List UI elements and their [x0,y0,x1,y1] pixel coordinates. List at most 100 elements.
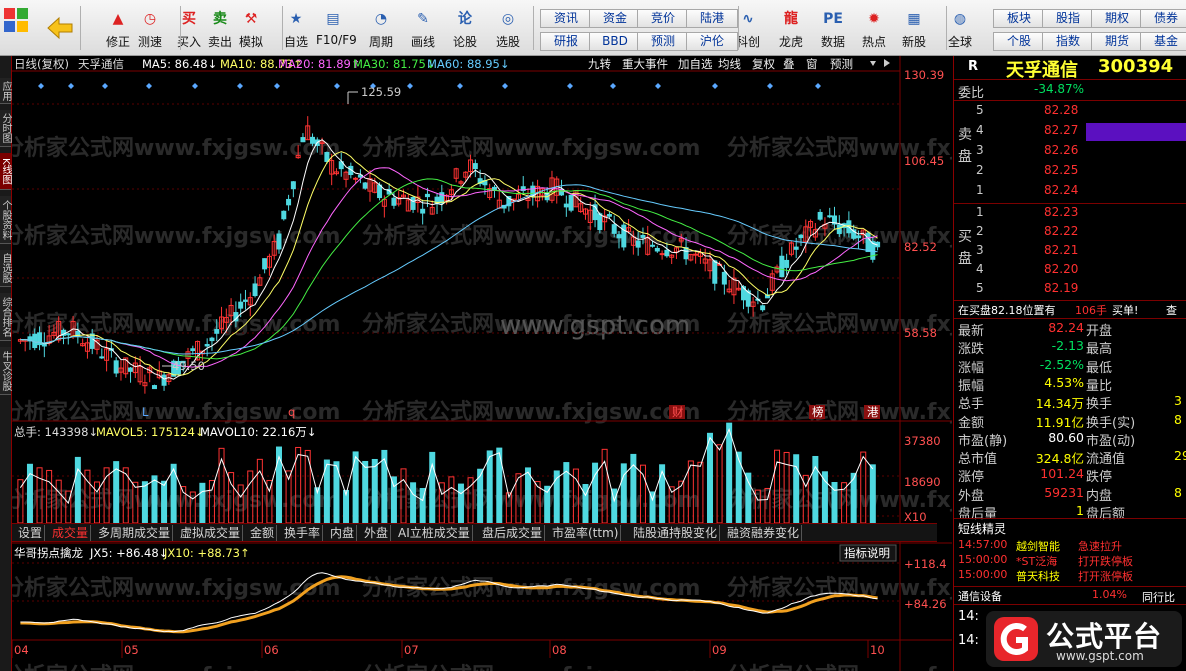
event-diamond-icon[interactable] [767,83,773,89]
divider [954,203,1186,204]
toolbar-button-5[interactable]: ★ 自选 [279,6,313,52]
event-marker-2[interactable]: 财 [672,405,684,419]
dropdown-icon[interactable] [870,61,876,66]
quote-value: 4.53% [1044,374,1084,390]
quick-button-2[interactable]: 资金 [589,9,641,28]
quick-button-13[interactable]: 期货 [1091,32,1143,51]
event-diamond-icon[interactable] [192,83,198,89]
event-diamond-icon[interactable] [655,83,661,89]
event-diamond-icon[interactable] [610,83,616,89]
quick-button-5[interactable]: 预测 [637,32,689,51]
indicator-tab-10[interactable]: 市盈率(ttm) [550,525,622,541]
indicator-tab-11[interactable]: 陆股通持股变化 [631,525,721,541]
event-diamond-icon[interactable] [567,83,573,89]
back-arrow-icon[interactable] [46,15,74,41]
indicator-tab-7[interactable]: 外盘 [362,525,392,541]
event-diamond-icon[interactable] [102,83,108,89]
chart-menu-2[interactable]: 加自选 [678,57,713,71]
toolbar-button-8[interactable]: ✎ 画线 [406,6,440,52]
short-name[interactable]: 越剑智能 [1016,538,1060,554]
indicator-tab-1[interactable]: 成交量 [50,525,92,541]
toolbar-button-4[interactable]: ⚒ 模拟 [234,6,268,52]
left-tab-5[interactable]: 综合排名 [0,293,11,341]
quick-button-8[interactable]: 板块 [993,9,1045,28]
toolbar-button-3[interactable]: 卖卖出 [203,6,237,52]
toolbar-button-2[interactable]: 买买入 [172,6,206,52]
toolbar-button-12[interactable]: 龍龙虎 [774,6,808,52]
left-tab-0[interactable]: 应用 [0,78,11,104]
short-name[interactable]: 普天科技 [1016,568,1060,584]
event-diamond-icon[interactable] [457,83,463,89]
quick-button-0[interactable]: 资讯 [540,9,592,28]
chart-menu-4[interactable]: 复权 [752,57,775,71]
toolbar-button-1[interactable]: ◷ 测速 [133,6,167,52]
toolbar-button-10[interactable]: ◎ 选股 [491,6,525,52]
event-marker-3[interactable]: 榜 [812,405,824,419]
chart-menu-1[interactable]: 重大事件 [622,57,668,71]
quick-button-14[interactable]: 债券 [1140,9,1186,28]
left-tab-4[interactable]: 自选股 [0,250,11,287]
left-tab-1[interactable]: 分时图 [0,110,11,147]
event-diamond-icon[interactable] [334,83,340,89]
indicator-explain-button[interactable]: 指标说明 [844,546,890,560]
event-diamond-icon[interactable] [502,83,508,89]
quick-button-3[interactable]: BBD [589,32,641,51]
left-tab-3[interactable]: 个股资料 [0,196,11,244]
toolbar-button-0[interactable]: ▲ 修正 [101,6,135,52]
indicator-tab-8[interactable]: AI立桩成交量 [396,525,473,541]
indicator-tab-4[interactable]: 金额 [248,525,278,541]
event-marker-4[interactable]: 港 [867,405,879,419]
toolbar-button-13[interactable]: PE 数据 [816,6,850,52]
event-diamond-icon[interactable] [237,83,243,89]
indicator-tab-12[interactable]: 融资融券变化 [725,525,803,541]
chart-menu-0[interactable]: 九转 [588,57,611,71]
left-tab-6[interactable]: 牛叉诊股 [0,347,11,395]
indicator-tab-0[interactable]: 设置 [16,525,46,541]
toolbar-button-16[interactable]: ◍ 全球 [943,6,977,52]
event-marker-1[interactable]: q [288,405,295,419]
event-diamond-icon[interactable] [407,83,413,89]
event-diamond-icon[interactable] [146,83,152,89]
candle [549,170,555,204]
event-diamond-icon[interactable] [274,83,280,89]
event-marker-0[interactable]: L [142,405,149,419]
ma5-line [20,139,878,380]
toolbar-button-15[interactable]: ▦ 新股 [897,6,931,52]
chart-menu-6[interactable]: 窗 [806,57,818,71]
quick-button-11[interactable]: 指数 [1042,32,1094,51]
quick-button-10[interactable]: 股指 [1042,9,1094,28]
quick-button-1[interactable]: 研报 [540,32,592,51]
indicator-tab-9[interactable]: 盘后成交量 [480,525,546,541]
indicator-tab-6[interactable]: 内盘 [328,525,358,541]
toolbar-button-6[interactable]: ▤ F10/F9 [316,6,357,52]
app-grid-icon[interactable] [4,6,30,40]
quick-button-15[interactable]: 基金 [1140,32,1186,51]
event-diamond-icon[interactable] [815,83,821,89]
quick-button-7[interactable]: 沪伦 [686,32,738,51]
toolbar-button-7[interactable]: ◔ 周期 [364,6,398,52]
expand-icon[interactable] [884,59,890,67]
quick-button-12[interactable]: 期权 [1091,9,1143,28]
quick-button-9[interactable]: 个股 [993,32,1045,51]
quick-button-6[interactable]: 陆港 [686,9,738,28]
globe-icon: ◍ [953,11,967,27]
indicator-tab-5[interactable]: 换手率 [282,525,324,541]
event-diamond-icon[interactable] [712,83,718,89]
event-diamond-icon[interactable] [68,83,74,89]
indicator-tab-2[interactable]: 多周期成交量 [96,525,174,541]
chart-menu-7[interactable]: 预测 [830,57,853,71]
sector-compare[interactable]: 同行比 [1142,589,1175,605]
buy-note-tail[interactable]: 查 [1166,302,1177,318]
toolbar-button-14[interactable]: ✹ 热点 [857,6,891,52]
quote-key: 总手 [958,397,985,413]
chart-menu-3[interactable]: 均线 [718,57,741,71]
event-diamond-icon[interactable] [38,83,44,89]
short-name[interactable]: *ST泛海 [1016,553,1057,569]
indicator-tab-3[interactable]: 虚拟成交量 [178,525,244,541]
quick-button-4[interactable]: 竞价 [637,9,689,28]
toolbar-button-9[interactable]: 论论股 [448,6,482,52]
chart-menu-5[interactable]: 叠 [783,57,795,71]
buy-price: 82.20 [1044,262,1079,276]
left-tab-2[interactable]: K线图 [0,153,11,190]
stock-chart[interactable]: 分析家公式网www.fxjgsw.com 分析家公式网www.fxjgsw.com… [12,56,952,671]
